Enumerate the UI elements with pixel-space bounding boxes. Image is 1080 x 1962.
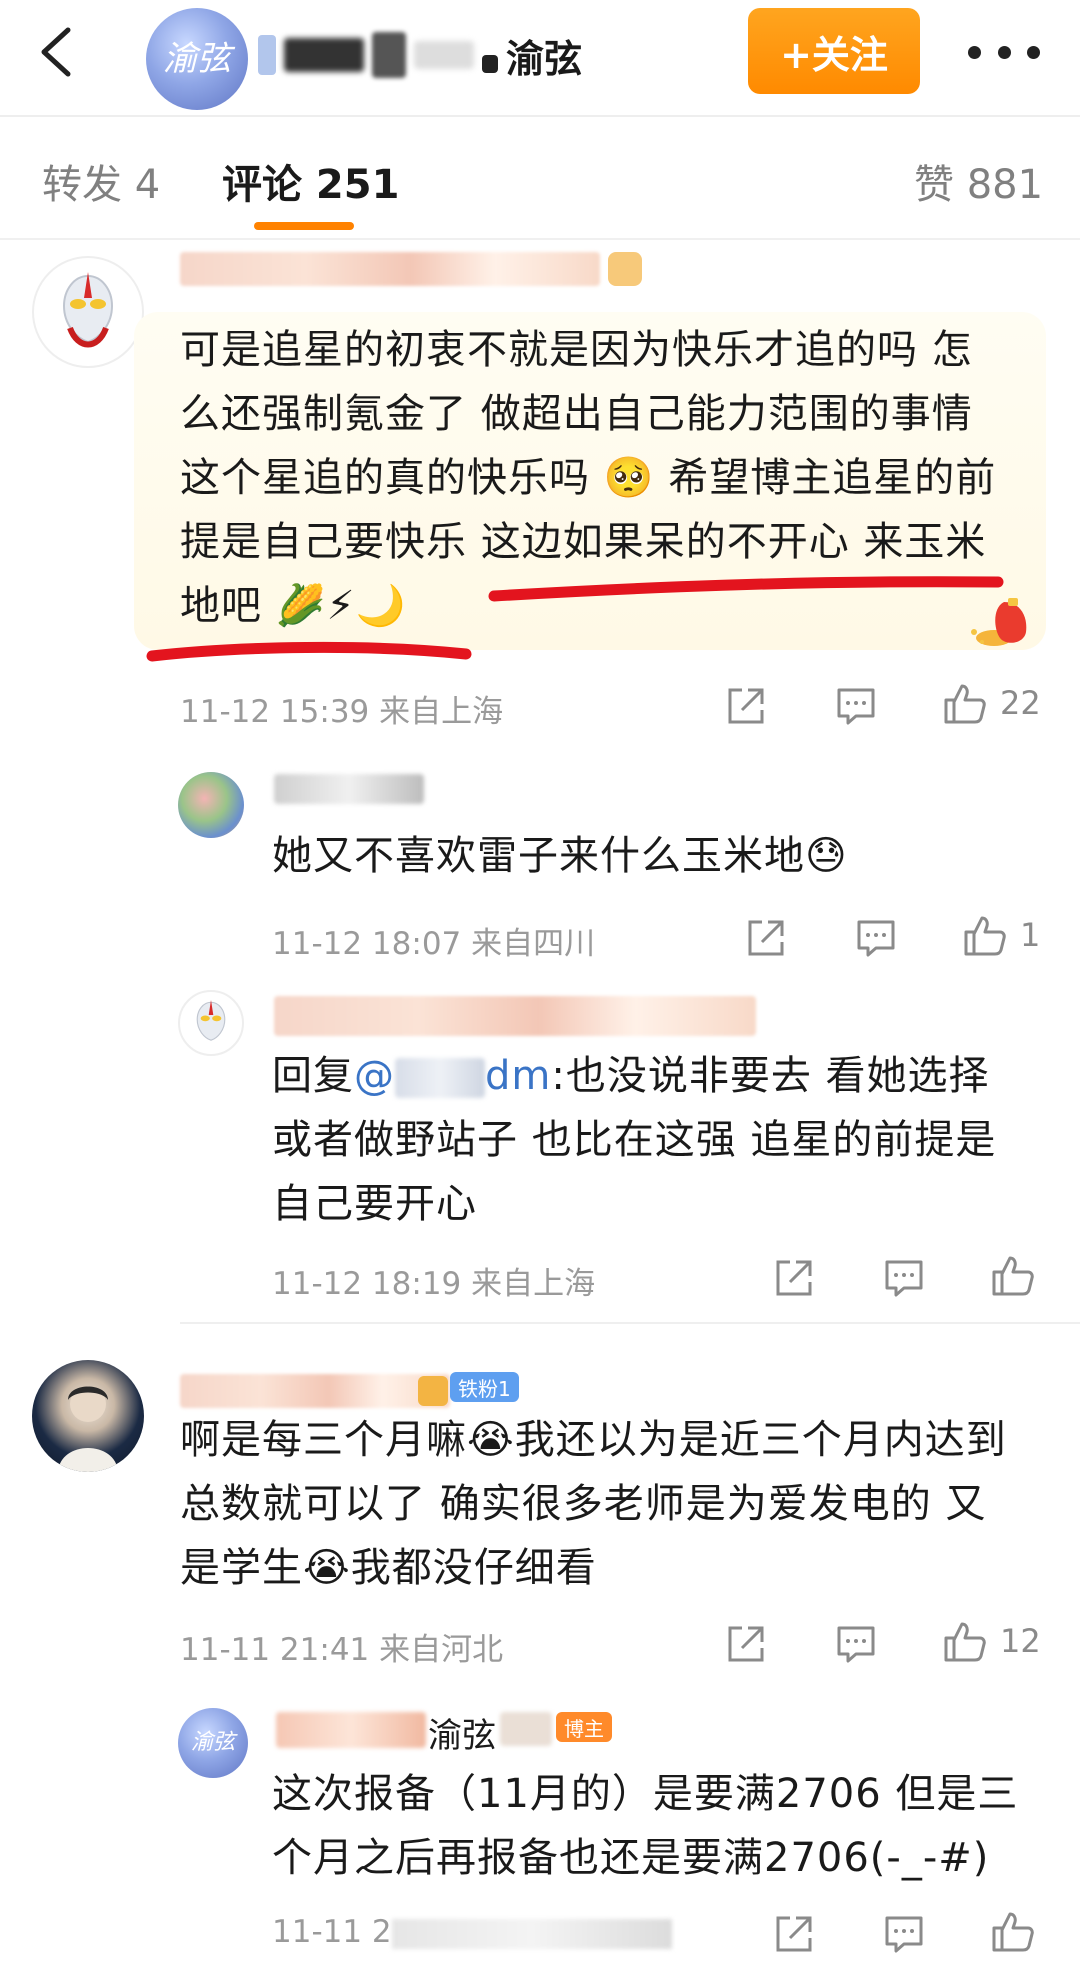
comment-meta: 11-12 15:39 来自上海 <box>180 694 504 730</box>
comment-avatar[interactable] <box>32 1360 144 1472</box>
share-icon <box>776 1260 812 1296</box>
reply-name-blurred <box>500 1712 552 1746</box>
share-icon <box>748 920 784 956</box>
comment-text-line: 这个星追的真的快乐吗 🥺 希望博主追星的前 <box>180 455 997 501</box>
like-button[interactable] <box>990 1252 1036 1298</box>
comment-text-line: 是学生😭我都没仔细看 <box>180 1545 597 1591</box>
comment-text-line: 总数就可以了 确实很多老师是为爱发电的 又 <box>180 1481 987 1527</box>
divider <box>0 238 1080 240</box>
red-underline-annotation <box>488 576 1004 602</box>
mention-link[interactable]: @ dm <box>354 1053 551 1099</box>
reply-meta: 11-12 18:07 来自四川 <box>272 926 596 962</box>
thumbs-up-icon <box>992 1256 1034 1296</box>
tab-bar: 转发 4 评论 251 赞 881 <box>0 122 1080 238</box>
blogger-badge: 博主 <box>556 1712 612 1742</box>
account-name[interactable]: 渝弦 <box>258 26 582 84</box>
share-icon <box>776 1916 812 1952</box>
reply-text-line: 回复@ dm:也没说非要去 看她选择 <box>272 1053 990 1099</box>
comment-text-line: 啊是每三个月嘛😭我还以为是近三个月内达到 <box>180 1417 1007 1463</box>
reply-meta: 11-11 2 <box>272 1914 672 1950</box>
ultraman-avatar-icon <box>62 272 114 348</box>
comment-text-line: 地吧 🌽⚡🌙 <box>180 583 407 629</box>
comment-icon <box>885 1260 923 1297</box>
avatar-logo-text: 渝弦 <box>190 1730 235 1755</box>
reply-avatar[interactable] <box>178 772 244 838</box>
more-dots-icon <box>968 45 981 59</box>
name-blur <box>372 32 406 78</box>
comment-avatar[interactable] <box>32 256 144 368</box>
like-button[interactable]: 22 <box>942 680 1041 726</box>
comment-text-line: 么还强制氪金了 做超出自己能力范围的事情 <box>180 391 973 437</box>
tab-reposts[interactable]: 转发 4 <box>42 152 160 210</box>
ultraman-avatar-icon <box>196 1000 226 1041</box>
like-button[interactable] <box>990 1908 1036 1954</box>
share-icon <box>728 1626 764 1662</box>
reply-text-line: 或者做野站子 也比在这强 追星的前提是 <box>272 1117 997 1163</box>
back-button[interactable] <box>30 22 90 82</box>
like-count: 1 <box>1020 916 1041 954</box>
share-icon <box>728 688 764 724</box>
name-blur <box>482 55 498 73</box>
reply-text-line: 自己要开心 <box>272 1181 477 1227</box>
thumbs-up-icon <box>944 684 986 724</box>
share-button[interactable] <box>744 916 788 960</box>
name-blur <box>414 41 474 69</box>
more-button[interactable] <box>968 32 1040 72</box>
share-button[interactable] <box>772 1912 816 1956</box>
reply-text-line: 她又不喜欢雷子来什么玉米地😓 <box>272 833 848 879</box>
commenter-name-blurred[interactable] <box>180 1374 450 1408</box>
comment-icon <box>857 920 895 957</box>
reply-name-visible[interactable]: 渝弦 <box>428 1708 496 1757</box>
reply-avatar[interactable]: 渝弦 <box>178 1708 248 1778</box>
thumbs-up-icon <box>944 1622 986 1662</box>
comment-icon <box>837 1626 875 1663</box>
share-button[interactable] <box>724 684 768 728</box>
reply-text-line: 这次报备（11月的）是要满2706 但是三 <box>272 1771 1019 1817</box>
comment-text-line: 可是追星的初衷不就是因为快乐才追的吗 怎 <box>180 327 973 373</box>
name-blur <box>258 35 276 75</box>
like-count: 22 <box>1000 684 1041 722</box>
comment-icon <box>885 1916 923 1953</box>
back-arrow-icon <box>41 27 71 77</box>
divider <box>180 1322 1080 1324</box>
reply-name-blurred[interactable] <box>274 774 424 804</box>
comment-meta: 11-11 21:41 来自河北 <box>180 1632 504 1668</box>
commenter-name-blurred[interactable] <box>180 252 600 286</box>
avatar-logo-text: 渝弦 <box>163 39 231 79</box>
comment-icon <box>837 688 875 725</box>
comment-button[interactable] <box>882 1912 926 1956</box>
comment-button[interactable] <box>834 1622 878 1666</box>
reply-text-line: 个月之后再报备也还是要满2706(-_-#) <box>272 1835 990 1881</box>
comment-button[interactable] <box>834 684 878 728</box>
red-underline-annotation <box>146 641 472 662</box>
user-level-icon <box>608 252 642 286</box>
user-level-icon <box>418 1376 448 1406</box>
active-tab-indicator <box>254 222 354 230</box>
fan-badge: 铁粉1 <box>450 1372 519 1402</box>
thumbs-up-icon <box>992 1912 1034 1952</box>
account-name-text: 渝弦 <box>506 36 583 81</box>
person-photo-icon <box>58 1386 118 1472</box>
share-button[interactable] <box>772 1256 816 1300</box>
time-blurred <box>391 1918 672 1949</box>
name-blur <box>284 38 364 72</box>
account-avatar[interactable]: 渝弦 <box>146 8 248 110</box>
share-button[interactable] <box>724 1622 768 1666</box>
thumbs-up-icon <box>964 916 1006 956</box>
tab-likes[interactable]: 赞 881 <box>914 152 1043 210</box>
follow-button[interactable]: +关注 <box>748 8 920 94</box>
reply-avatar[interactable] <box>178 990 244 1056</box>
reply-name-blurred[interactable] <box>276 1712 426 1748</box>
comment-button[interactable] <box>882 1256 926 1300</box>
divider <box>0 115 1080 117</box>
like-count: 12 <box>1000 1622 1041 1660</box>
reply-name-blurred[interactable] <box>274 996 756 1036</box>
reply-meta: 11-12 18:19 来自上海 <box>272 1266 596 1302</box>
comment-button[interactable] <box>854 916 898 960</box>
like-button[interactable]: 1 <box>962 912 1040 958</box>
tab-comments[interactable]: 评论 251 <box>222 152 399 210</box>
like-button[interactable]: 12 <box>942 1618 1041 1664</box>
top-bar: 渝弦 渝弦 +关注 <box>0 0 1080 112</box>
